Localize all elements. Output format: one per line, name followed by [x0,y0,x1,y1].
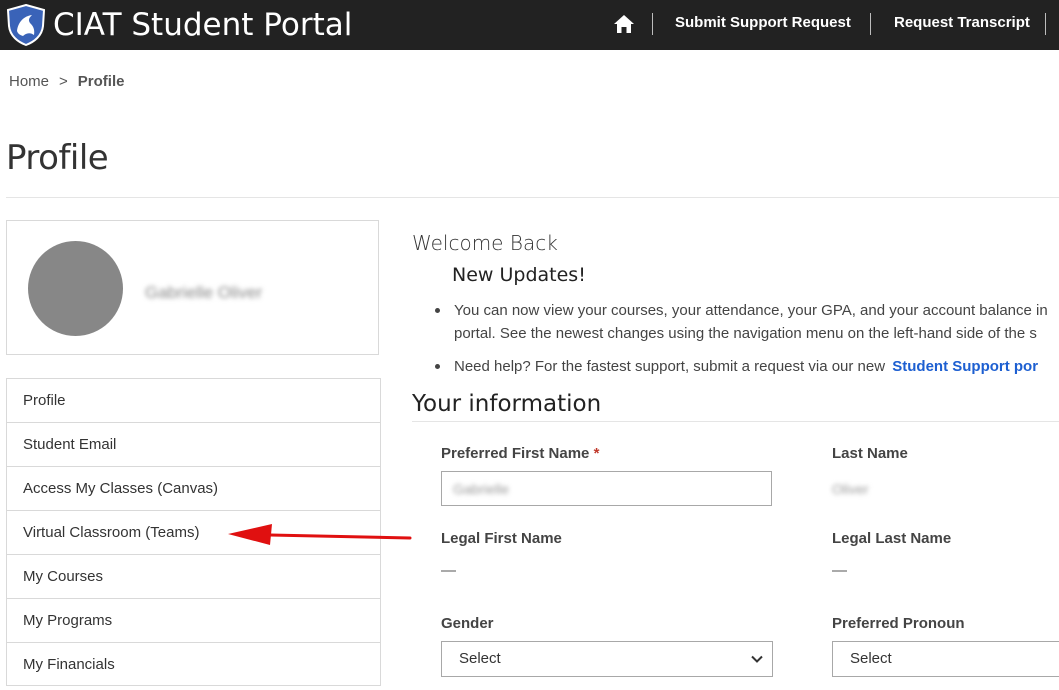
home-icon[interactable] [612,13,636,35]
update-bullet-line2: portal. See the newest changes using the… [454,325,1037,342]
last-name-value: Oliver [832,481,869,497]
updates-list: You can now view your courses, your atte… [432,299,1059,378]
avatar [28,241,123,336]
preferred-pronoun-label: Preferred Pronoun [832,615,965,632]
sidebar-item-profile[interactable]: Profile [6,378,381,422]
title-divider [6,197,1059,198]
gender-label: Gender [441,615,494,632]
section-divider [412,421,1059,422]
profile-card: Gabrielle Oliver [6,220,379,355]
shield-logo-icon[interactable] [6,4,46,46]
gender-select[interactable]: Select [441,641,773,677]
updates-title: New Updates! [452,264,586,286]
breadcrumb-home-link[interactable]: Home [9,73,49,90]
update-bullet-line1: You can now view your courses, your atte… [454,302,1048,319]
top-navbar: CIAT Student Portal Submit Support Reque… [0,0,1059,50]
gender-select-value: Select [459,650,501,667]
preferred-pronoun-select[interactable]: Select [832,641,1059,677]
last-name-label: Last Name [832,445,908,462]
legal-first-name-value: — [441,562,456,579]
pronoun-select-value: Select [850,650,892,667]
sidebar-item-student-email[interactable]: Student Email [6,422,381,466]
preferred-first-name-label: Preferred First Name * [441,445,599,462]
sidebar-item-my-financials[interactable]: My Financials [6,642,381,686]
required-marker: * [593,445,600,462]
update-bullet-text: Need help? For the fastest support, subm… [454,358,886,375]
sidebar-item-my-courses[interactable]: My Courses [6,554,381,598]
your-information-heading: Your information [412,391,602,417]
nav-request-transcript[interactable]: Request Transcript [894,14,1030,31]
sidebar-item-my-programs[interactable]: My Programs [6,598,381,642]
preferred-first-name-value: Gabrielle [453,481,510,497]
brand-title[interactable]: CIAT Student Portal [53,5,352,45]
legal-first-name-label: Legal First Name [441,530,562,547]
sidebar-item-access-my-classes[interactable]: Access My Classes (Canvas) [6,466,381,510]
page-title: Profile [6,138,109,178]
nav-divider [870,13,871,35]
nav-submit-support-request[interactable]: Submit Support Request [675,14,851,31]
annotation-arrow-icon [228,524,412,545]
nav-divider [1045,13,1046,35]
chevron-down-icon [751,655,763,663]
preferred-first-name-label-text: Preferred First Name [441,445,590,462]
nav-divider [652,13,653,35]
breadcrumb: Home > Profile [9,73,124,90]
breadcrumb-separator: > [59,73,68,90]
legal-last-name-label: Legal Last Name [832,530,952,547]
list-item: Need help? For the fastest support, subm… [432,355,1059,378]
breadcrumb-current: Profile [77,73,125,90]
list-item: You can now view your courses, your atte… [432,299,1059,345]
profile-name: Gabrielle Oliver [145,283,263,302]
student-support-portal-link[interactable]: Student Support por [892,358,1038,375]
welcome-heading: Welcome Back [412,231,558,255]
legal-last-name-value: — [832,562,847,579]
